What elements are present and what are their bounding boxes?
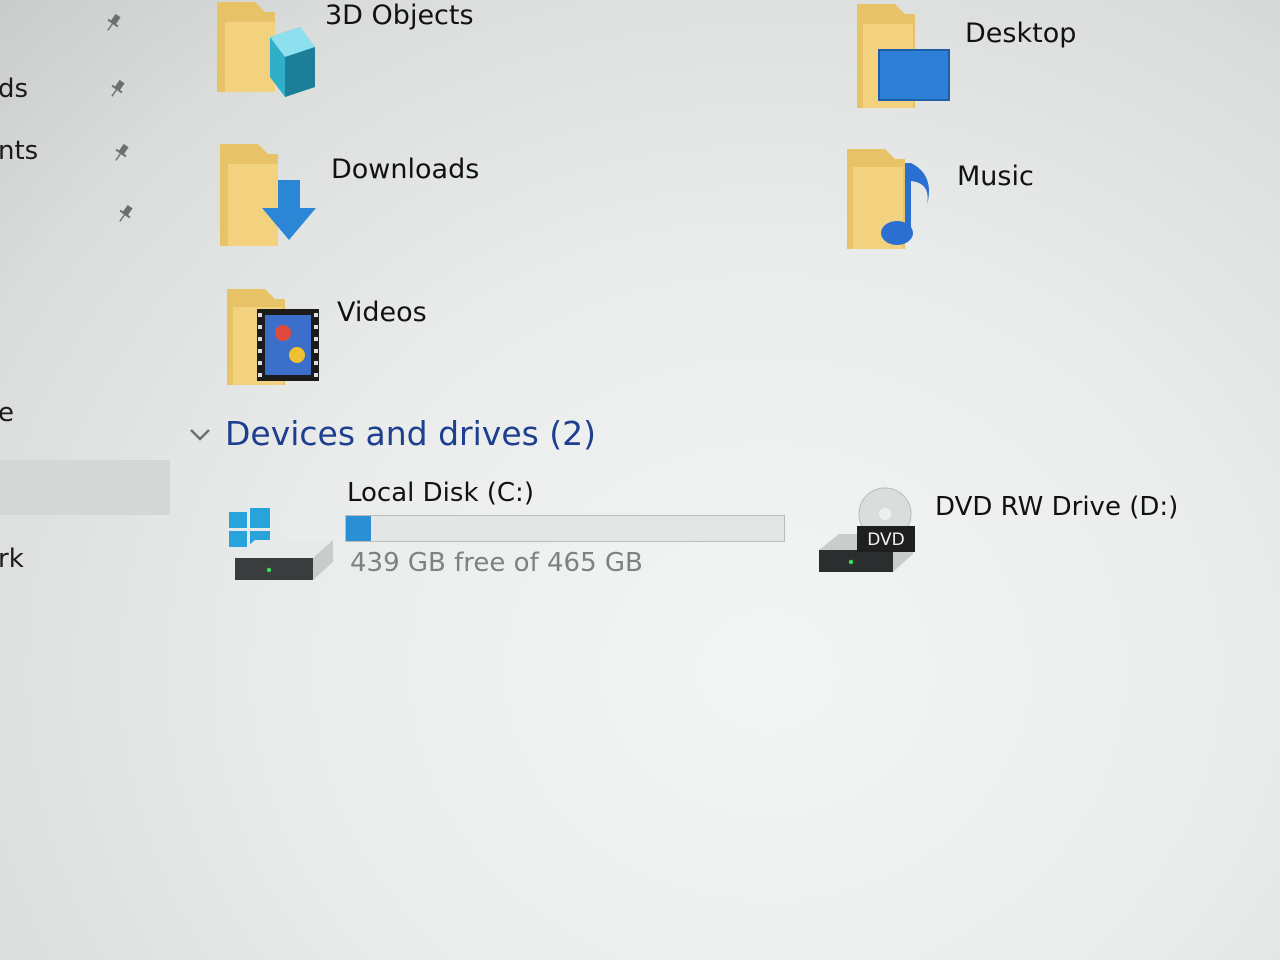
folder-desktop[interactable]: Desktop: [855, 0, 1255, 120]
music-folder-icon: [847, 149, 929, 249]
pin-icon[interactable]: [110, 142, 132, 164]
videos-folder-icon: [227, 289, 319, 385]
devices-section-header[interactable]: Devices and drives (2): [185, 412, 785, 462]
pin-icon[interactable]: [106, 78, 128, 100]
drive-name: Local Disk (C:): [347, 478, 534, 508]
drive-name: DVD RW Drive (D:): [935, 492, 1179, 522]
desktop-folder-icon: [857, 4, 950, 108]
3d-objects-icon: [217, 2, 315, 97]
sidebar-item-label: ds: [0, 74, 29, 104]
navigation-pane: ds nts e rk: [0, 0, 175, 960]
folder-music[interactable]: Music: [845, 145, 1245, 265]
sidebar-item-label: nts: [0, 136, 39, 166]
folder-label: Music: [957, 161, 1034, 192]
drive-usage-fill: [346, 516, 371, 541]
folder-3d-objects[interactable]: 3D Objects: [215, 0, 755, 112]
sidebar-item-onedrive[interactable]: e: [0, 390, 170, 440]
pin-icon[interactable]: [102, 12, 124, 34]
folder-label: 3D Objects: [325, 0, 474, 31]
folder-label: Videos: [337, 297, 427, 328]
sidebar-item-this-pc[interactable]: [0, 460, 170, 515]
sidebar-item-documents[interactable]: nts: [0, 128, 170, 178]
dvd-drive-icon: DVD: [819, 487, 915, 572]
pin-icon[interactable]: [114, 203, 136, 225]
sidebar-item-downloads[interactable]: ds: [0, 66, 170, 116]
folder-videos[interactable]: Videos: [225, 285, 765, 405]
chevron-down-icon[interactable]: [185, 420, 215, 450]
sidebar-item-network[interactable]: rk: [0, 536, 170, 586]
dvd-badge-label: DVD: [867, 530, 905, 550]
folder-downloads[interactable]: Downloads: [218, 140, 758, 260]
windows-drive-icon: [229, 508, 333, 580]
drive-dvd-d[interactable]: DVD DVD RW Drive (D:): [815, 480, 1179, 580]
drive-usage-bar: [345, 515, 785, 542]
sidebar-item-label: e: [0, 398, 14, 428]
folder-label: Desktop: [965, 18, 1077, 49]
drive-free-space: 439 GB free of 465 GB: [350, 548, 643, 578]
downloads-folder-icon: [220, 144, 316, 246]
folder-label: Downloads: [331, 154, 480, 185]
sidebar-item-label: rk: [0, 544, 24, 574]
section-title: Devices and drives (2): [225, 414, 597, 453]
